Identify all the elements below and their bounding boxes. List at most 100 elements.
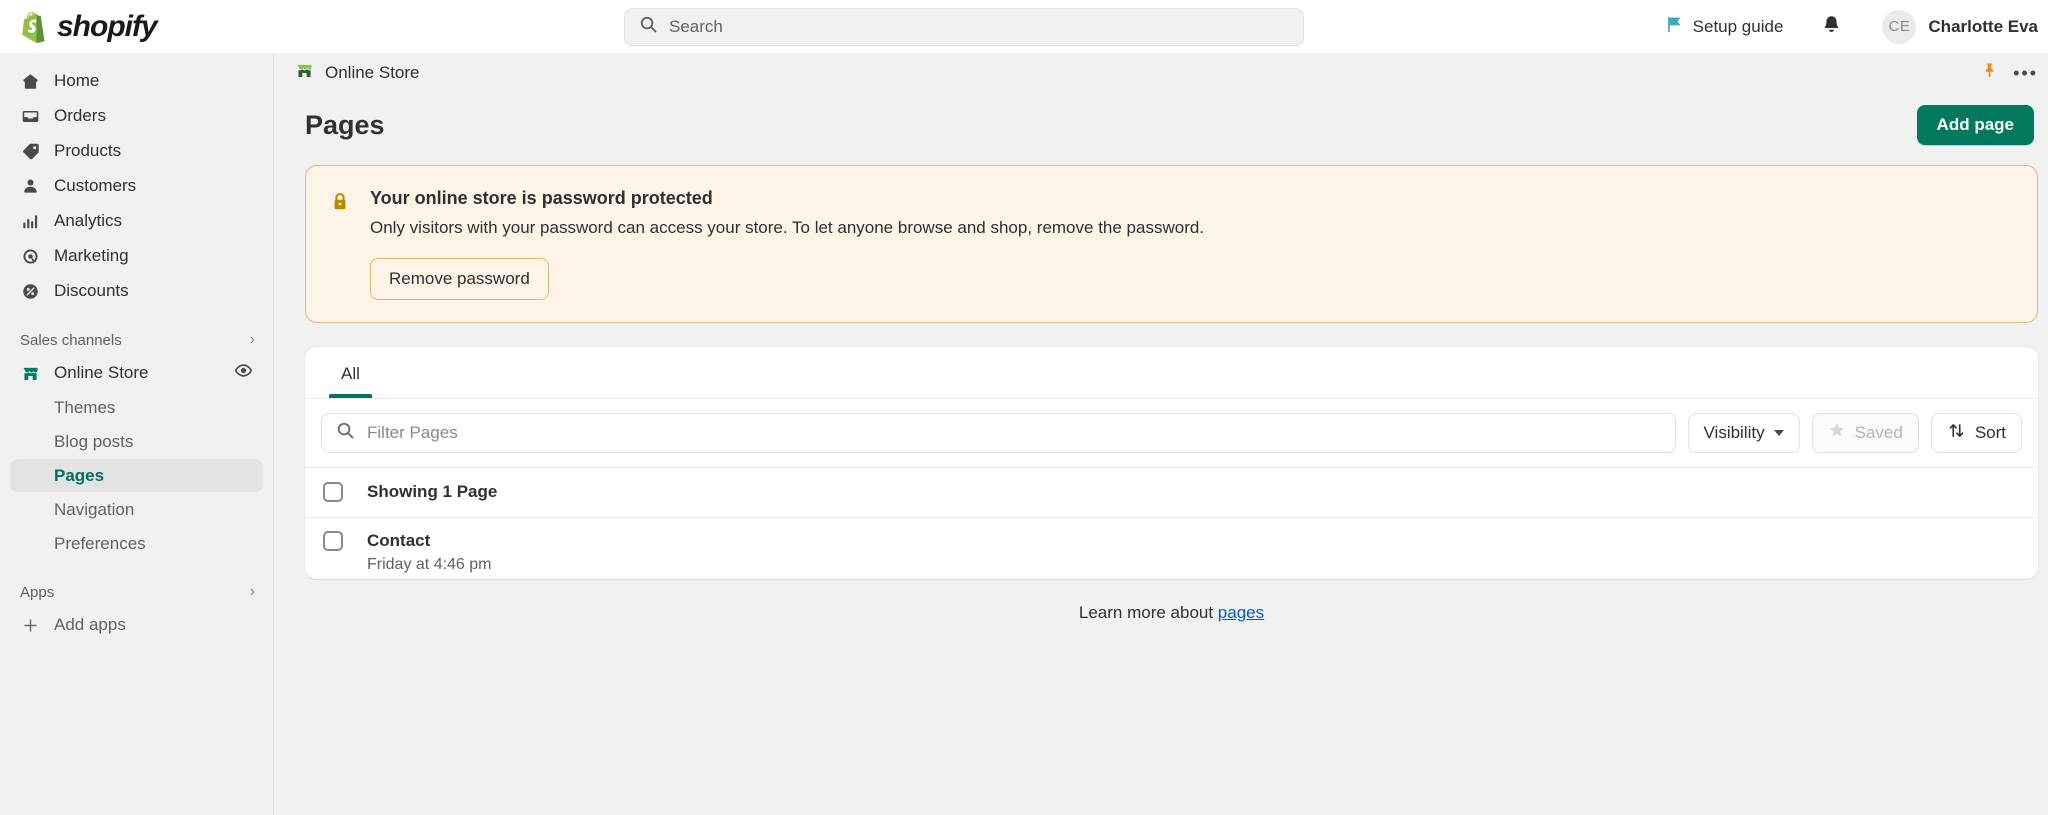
sidebar-subitem-label: Navigation	[54, 499, 135, 519]
sidebar-subitem-label: Themes	[54, 397, 116, 417]
sidebar-item-marketing[interactable]: Marketing	[10, 239, 263, 273]
filter-toolbar: Filter Pages Visibility Saved Sort	[305, 399, 2038, 467]
global-search-placeholder: Search	[669, 17, 723, 36]
avatar: CE	[1882, 9, 1917, 44]
chevron-right-icon[interactable]: ›	[250, 583, 255, 601]
tab-label: All	[341, 363, 360, 383]
sidebar-subitem-label: Preferences	[54, 533, 146, 553]
row-checkbox[interactable]	[323, 530, 343, 551]
breadcrumb-actions: •••	[1980, 61, 2038, 85]
setup-guide-button[interactable]: Setup guide	[1653, 8, 1796, 46]
main-content: Online Store ••• Pages Add page Your onl…	[275, 53, 2048, 815]
page-container: Pages Add page Your online store is pass…	[275, 93, 2048, 623]
sidebar-item-label: Customers	[54, 176, 137, 195]
lock-icon	[330, 188, 352, 300]
banner-body: Your online store is password protected …	[370, 188, 1204, 300]
person-icon	[20, 176, 40, 196]
storefront-icon	[295, 61, 314, 85]
learn-more-prefix: Learn more about	[1078, 602, 1218, 622]
sidebar-item-orders[interactable]: Orders	[10, 99, 263, 133]
sort-button[interactable]: Sort	[1930, 412, 2022, 453]
sales-channels-title: Sales channels	[20, 331, 122, 349]
row-content: Contact Friday at 4:46 pm	[367, 531, 492, 574]
discount-icon	[20, 281, 40, 301]
breadcrumb-label[interactable]: Online Store	[325, 63, 420, 83]
setup-guide-label: Setup guide	[1692, 16, 1784, 36]
tag-icon	[20, 141, 40, 161]
add-apps-button[interactable]: Add apps	[10, 608, 263, 642]
flag-icon	[1665, 15, 1684, 39]
sidebar-item-themes[interactable]: Themes	[10, 391, 263, 424]
tab-bar: All	[305, 347, 2038, 399]
sidebar-item-online-store[interactable]: Online Store	[10, 356, 263, 390]
user-name: Charlotte Eva	[1928, 16, 2038, 36]
table-row[interactable]: Contact Friday at 4:46 pm	[305, 516, 2038, 579]
sidebar-item-label: Discounts	[54, 281, 129, 300]
sidebar-item-label: Home	[54, 71, 100, 90]
top-bar-right: Setup guide CE Charlotte Eva	[1653, 0, 2048, 53]
add-page-button[interactable]: Add page	[1916, 105, 2034, 145]
search-icon	[639, 15, 658, 39]
sort-label: Sort	[1974, 422, 2006, 442]
pages-list-card: All Filter Pages Visibility Saved Sort S…	[305, 346, 2038, 579]
sidebar-item-label: Marketing	[54, 246, 129, 265]
banner-text: Only visitors with your password can acc…	[370, 218, 1205, 237]
password-protected-banner: Your online store is password protected …	[305, 165, 2038, 323]
pin-icon[interactable]	[1980, 61, 1999, 85]
sidebar-item-pages[interactable]: Pages	[10, 459, 263, 492]
visibility-label: Visibility	[1703, 422, 1765, 442]
sidebar-item-products[interactable]: Products	[10, 134, 263, 168]
eye-icon[interactable]	[234, 361, 253, 385]
sidebar-item-home[interactable]: Home	[10, 64, 263, 98]
page-title: Pages	[305, 109, 385, 140]
sidebar-item-navigation[interactable]: Navigation	[10, 493, 263, 526]
sidebar-item-customers[interactable]: Customers	[10, 169, 263, 203]
sidebar-item-label: Orders	[54, 106, 106, 125]
apps-header[interactable]: Apps ›	[20, 578, 255, 606]
bell-icon	[1821, 14, 1842, 40]
page-name[interactable]: Contact	[367, 531, 492, 551]
saved-views-button[interactable]: Saved	[1811, 412, 1919, 453]
filter-pages-input[interactable]: Filter Pages	[321, 412, 1676, 453]
sort-arrows-icon	[1947, 421, 1966, 445]
user-menu-button[interactable]: CE Charlotte Eva	[1876, 4, 2048, 50]
top-bar: shopify Search Setup guide CE Charlotte …	[0, 0, 2048, 53]
sidebar-item-label: Products	[54, 141, 122, 160]
filter-pages-placeholder: Filter Pages	[367, 422, 458, 442]
shopify-wordmark: shopify	[57, 9, 158, 43]
tab-all[interactable]: All	[323, 364, 378, 398]
star-icon	[1828, 421, 1846, 444]
banner-title: Your online store is password protected	[370, 188, 713, 208]
learn-more-footer: Learn more about pages	[305, 603, 2038, 623]
bar-chart-icon	[20, 211, 40, 231]
page-header: Pages Add page	[305, 93, 2038, 157]
home-icon	[20, 71, 40, 91]
sidebar-item-analytics[interactable]: Analytics	[10, 204, 263, 238]
sidebar: Home Orders Products Customers Analytics	[0, 53, 274, 815]
shopify-logo[interactable]: shopify	[0, 0, 274, 53]
sales-channels-header[interactable]: Sales channels ›	[20, 326, 255, 354]
add-apps-label: Add apps	[54, 615, 126, 634]
storefront-icon	[20, 363, 40, 383]
select-all-checkbox[interactable]	[323, 482, 343, 503]
remove-password-button[interactable]: Remove password	[370, 257, 549, 300]
megaphone-icon	[20, 246, 40, 266]
more-dots-icon[interactable]: •••	[2013, 63, 2038, 84]
sidebar-item-preferences[interactable]: Preferences	[10, 527, 263, 560]
chevron-right-icon[interactable]: ›	[250, 331, 255, 349]
sidebar-item-label: Analytics	[54, 211, 123, 230]
sidebar-item-blog-posts[interactable]: Blog posts	[10, 425, 263, 458]
page-timestamp: Friday at 4:46 pm	[367, 555, 492, 573]
orders-icon	[20, 106, 40, 126]
showing-count-label: Showing 1 Page	[367, 482, 498, 502]
notifications-button[interactable]	[1809, 6, 1854, 48]
saved-label: Saved	[1854, 422, 1903, 442]
apps-title: Apps	[20, 583, 55, 601]
shopify-bag-icon	[18, 10, 48, 43]
plus-icon	[20, 615, 40, 635]
pages-help-link[interactable]: pages	[1218, 603, 1264, 622]
sidebar-item-label: Online Store	[54, 363, 149, 382]
global-search-input[interactable]: Search	[624, 8, 1304, 46]
sidebar-item-discounts[interactable]: Discounts	[10, 274, 263, 308]
visibility-filter-button[interactable]: Visibility	[1687, 412, 1800, 453]
